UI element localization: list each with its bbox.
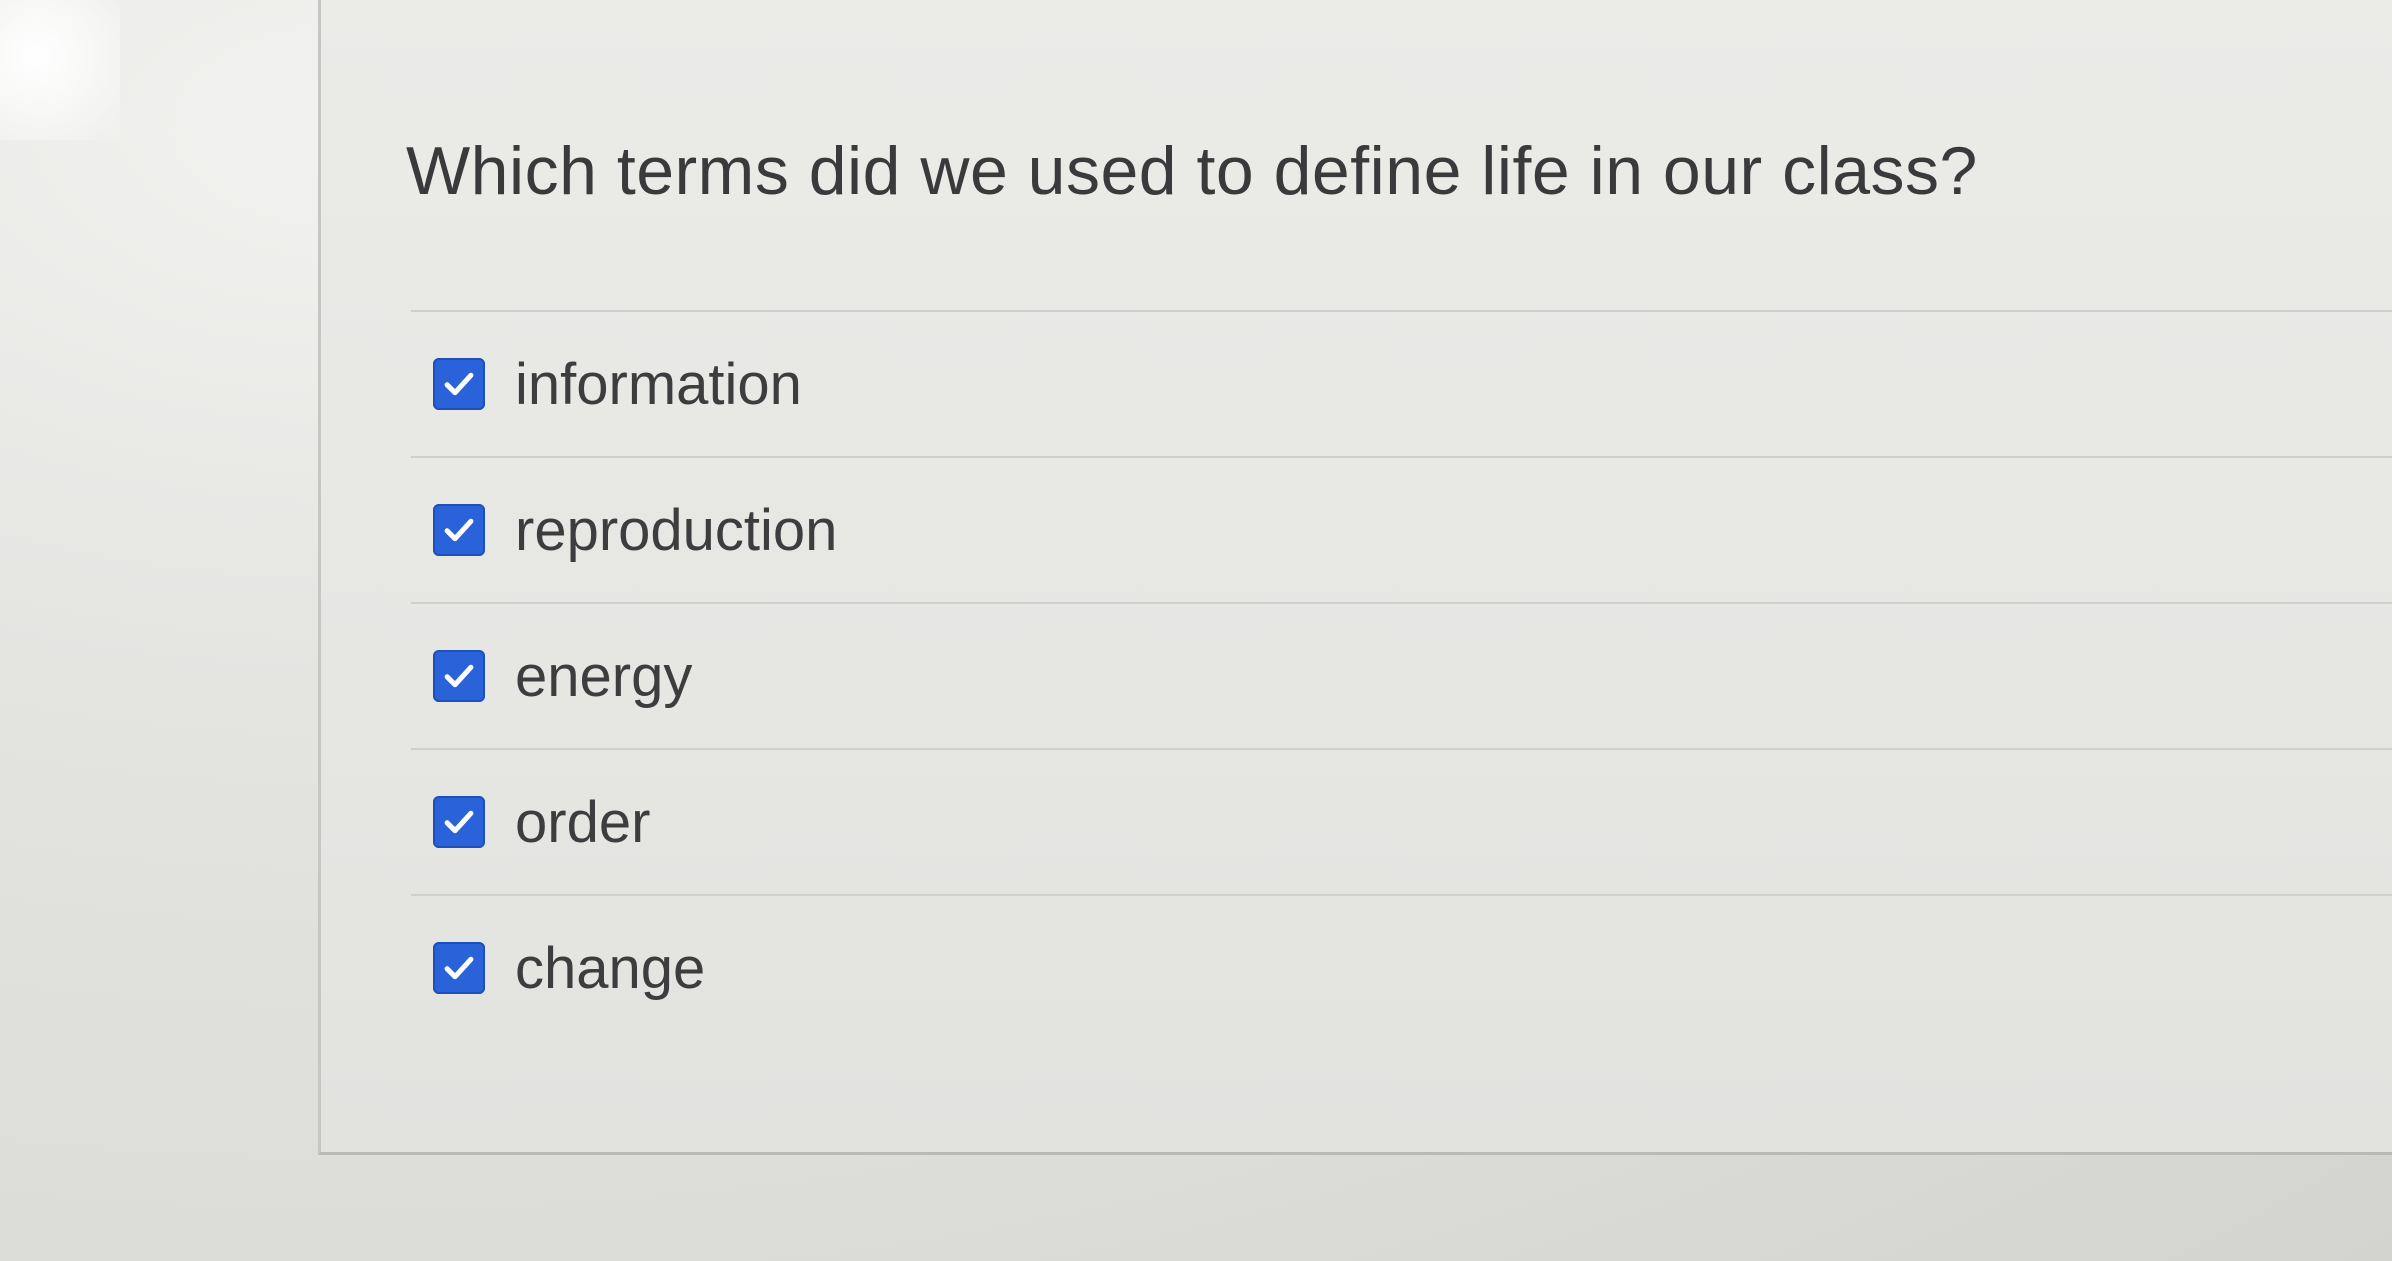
checkbox-checked-icon[interactable]: [433, 504, 485, 556]
screen: Which terms did we used to define life i…: [0, 0, 2392, 1261]
checkbox-checked-icon[interactable]: [433, 796, 485, 848]
answer-label: information: [515, 351, 802, 417]
question-text: Which terms did we used to define life i…: [406, 133, 1978, 209]
screen-glare: [0, 0, 120, 140]
answer-label: reproduction: [515, 497, 838, 563]
answer-option-energy[interactable]: energy: [411, 602, 2392, 748]
answer-label: order: [515, 789, 651, 855]
answer-option-reproduction[interactable]: reproduction: [411, 456, 2392, 602]
question-card: Which terms did we used to define life i…: [318, 0, 2392, 1155]
answer-option-information[interactable]: information: [411, 310, 2392, 456]
checkbox-checked-icon[interactable]: [433, 650, 485, 702]
answer-label: energy: [515, 643, 693, 709]
answer-option-change[interactable]: change: [411, 894, 2392, 1040]
checkbox-checked-icon[interactable]: [433, 942, 485, 994]
answer-option-order[interactable]: order: [411, 748, 2392, 894]
answer-list: information reproduction energy order ch…: [411, 310, 2392, 1040]
checkbox-checked-icon[interactable]: [433, 358, 485, 410]
answer-label: change: [515, 935, 706, 1001]
